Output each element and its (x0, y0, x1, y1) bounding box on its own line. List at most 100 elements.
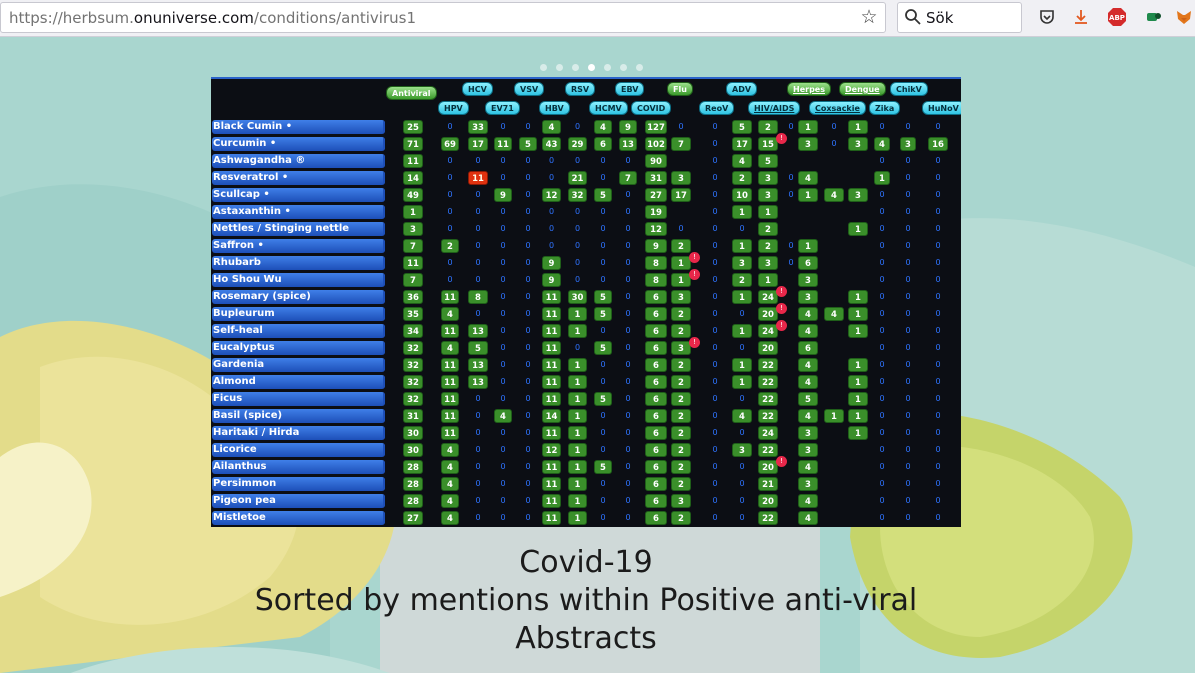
mention-count-cell: 1 (568, 511, 587, 525)
herb-name[interactable]: Astaxanthin • (212, 205, 385, 219)
herb-name[interactable]: Ho Shou Wu (212, 273, 385, 287)
table-row: Pigeon pea 28 4 0 0 0 11 1 0 0 6 3 0 0 20 4 0 0 0 (211, 494, 961, 508)
mention-count-cell: 0 (905, 207, 911, 216)
alert-badge-icon: ! (776, 286, 787, 297)
mention-count-cell: 9 (619, 120, 637, 134)
mention-count-cell: 5 (468, 341, 488, 355)
mention-count-cell: 2 (758, 222, 778, 236)
mention-count-cell: 6 (645, 426, 667, 440)
mention-count-cell: 0 (475, 428, 481, 437)
mention-count-cell: 6 (594, 137, 612, 151)
herb-name[interactable]: Pigeon pea (212, 494, 385, 508)
mention-count-cell: 0 (525, 156, 531, 165)
herb-name[interactable]: Ficus (212, 392, 385, 406)
herb-name[interactable]: Basil (spice) (212, 409, 385, 423)
mention-count-cell: 17 (671, 188, 691, 202)
mention-count-cell: 20 (758, 341, 778, 355)
herb-name[interactable]: Curcumin • (212, 137, 385, 151)
mention-count-cell: 1 (732, 205, 752, 219)
mention-count-cell: 0 (739, 462, 745, 471)
herb-name[interactable]: Black Cumin • (212, 120, 385, 134)
carousel-dot[interactable] (572, 64, 579, 71)
mention-count-cell: 1 (758, 273, 778, 287)
mention-count-cell: 0 (905, 360, 911, 369)
pocket-icon[interactable] (1036, 6, 1058, 28)
herb-name[interactable]: Eucalyptus (212, 341, 385, 355)
herb-name[interactable]: Bupleurum (212, 307, 385, 321)
mention-count-cell: 0 (712, 207, 718, 216)
mention-count-cell: 0 (935, 462, 941, 471)
mention-count-cell: 7 (671, 137, 691, 151)
herb-name[interactable]: Resveratrol • (212, 171, 385, 185)
download-icon[interactable] (1070, 6, 1092, 28)
herb-name[interactable]: Rhubarb (212, 256, 385, 270)
mention-count-cell: 3 (798, 137, 818, 151)
carousel-dot[interactable] (588, 64, 595, 71)
mention-count-cell: 0 (678, 122, 684, 131)
mention-count-cell: 32 (403, 358, 423, 372)
url-bar[interactable]: https://herbsum.onuniverse.com/condition… (0, 2, 886, 33)
mention-count-cell: 0 (475, 513, 481, 522)
url-host: onuniverse.com (133, 9, 254, 27)
mention-count-cell: 0 (935, 156, 941, 165)
header-bottom-ev71: EV71 (485, 101, 520, 115)
mention-count-cell: 0 (475, 462, 481, 471)
carousel-dot[interactable] (604, 64, 611, 71)
herb-name[interactable]: Persimmon (212, 477, 385, 491)
herb-name[interactable]: Saffron • (212, 239, 385, 253)
carousel-dot[interactable] (636, 64, 643, 71)
mention-count-cell: 2 (671, 358, 691, 372)
mention-count-cell: 0 (905, 173, 911, 182)
mention-count-cell: 0 (712, 377, 718, 386)
herb-name[interactable]: Almond (212, 375, 385, 389)
herb-name[interactable]: Ashwagandha ® (212, 154, 385, 168)
carousel-dot[interactable] (540, 64, 547, 71)
mention-count-cell: 1 (732, 239, 752, 253)
herb-name[interactable]: Nettles / Stinging nettle (212, 222, 385, 236)
mention-count-cell: 0 (600, 224, 606, 233)
mention-count-cell: 0 (739, 496, 745, 505)
mention-count-cell: 0 (525, 292, 531, 301)
mention-count-cell: 1 (732, 290, 752, 304)
bookmark-star-icon[interactable]: ☆ (859, 6, 879, 28)
mention-count-cell: 2 (671, 392, 691, 406)
herb-name[interactable]: Ailanthus (212, 460, 385, 474)
mention-count-cell: 0 (879, 275, 885, 284)
carousel-dot[interactable] (620, 64, 627, 71)
header-top-adv: ADV (726, 82, 758, 96)
mention-count-cell: 30 (403, 443, 423, 457)
table-row: Saffron • 7 2 0 0 0 0 0 0 0 9 2 0 1 2 0 1 0 0 0 (211, 239, 961, 253)
mention-count-cell: 1 (848, 426, 868, 440)
mention-count-cell: 0 (935, 207, 941, 216)
mention-count-cell: 0 (712, 190, 718, 199)
mention-count-cell: 0 (625, 496, 631, 505)
herb-name[interactable]: Licorice (212, 443, 385, 457)
mention-count-cell: 0 (525, 326, 531, 335)
mention-count-cell: 0 (625, 241, 631, 250)
herb-name[interactable]: Self-heal (212, 324, 385, 338)
mention-count-cell: 4 (798, 409, 818, 423)
extension-icon[interactable] (1143, 6, 1165, 28)
mention-count-cell: 0 (905, 377, 911, 386)
carousel-dot[interactable] (556, 64, 563, 71)
mention-count-cell: 0 (712, 292, 718, 301)
herb-name[interactable]: Scullcap • (212, 188, 385, 202)
mention-count-cell: 0 (475, 411, 481, 420)
mention-count-cell: 4 (798, 307, 818, 321)
mention-count-cell: 0 (600, 241, 606, 250)
mention-count-cell: 5 (594, 341, 612, 355)
header-bottom-hunov: HuNoV (922, 101, 961, 115)
mention-count-cell: 0 (625, 156, 631, 165)
mention-count-cell: 17 (732, 137, 752, 151)
herb-name[interactable]: Haritaki / Hirda (212, 426, 385, 440)
mention-count-cell: 0 (712, 122, 718, 131)
herb-name[interactable]: Mistletoe (212, 511, 385, 525)
search-input[interactable]: Sök (897, 2, 1022, 33)
herb-name[interactable]: Rosemary (spice) (212, 290, 385, 304)
mention-count-cell: 4 (441, 494, 459, 508)
herb-name[interactable]: Gardenia (212, 358, 385, 372)
metamask-fox-icon[interactable] (1173, 6, 1195, 28)
mention-count-cell: 0 (935, 496, 941, 505)
adblock-plus-icon[interactable]: ABP (1106, 6, 1128, 28)
mention-count-cell: 29 (568, 137, 587, 151)
